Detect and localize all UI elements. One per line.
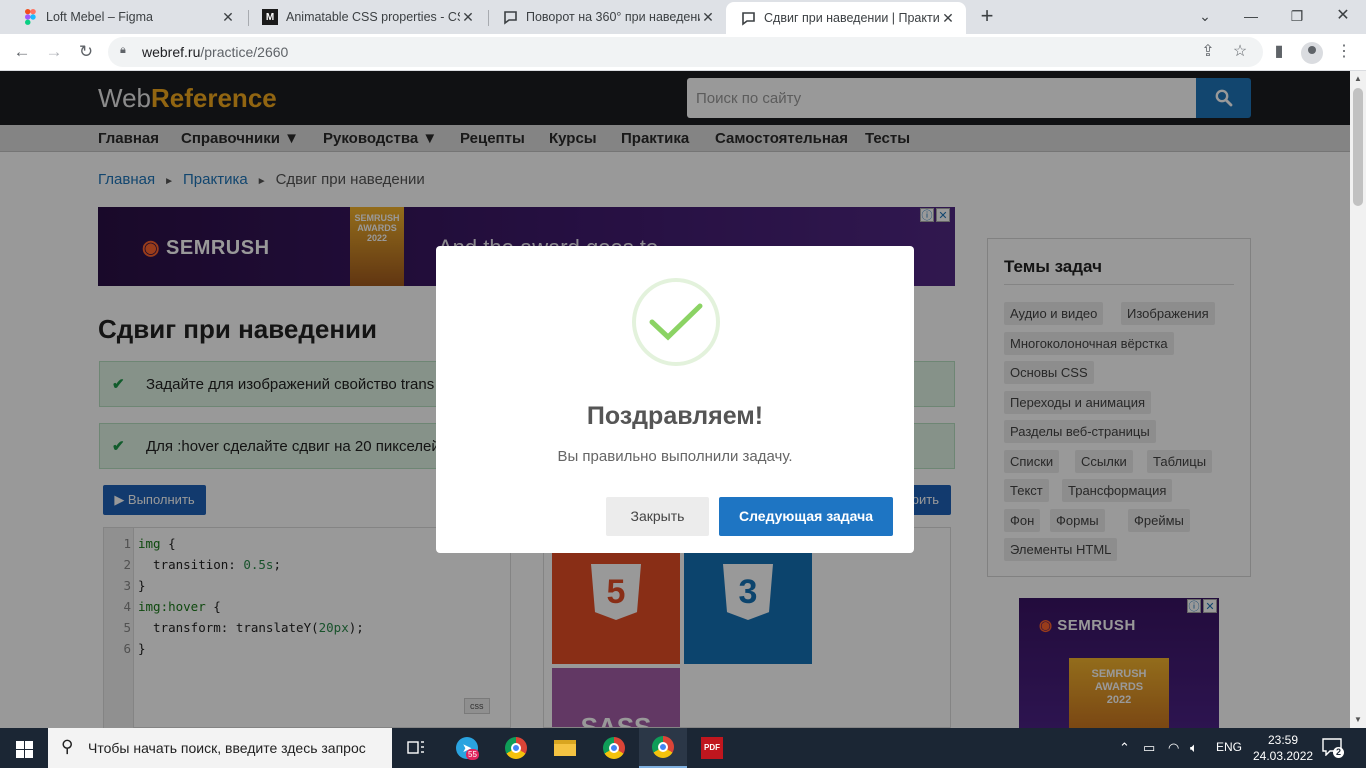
menu-kebab-icon[interactable]: ⋮ xyxy=(1334,41,1354,61)
scroll-thumb[interactable] xyxy=(1353,88,1363,206)
scroll-down-icon[interactable]: ▼ xyxy=(1350,712,1366,728)
url-domain: webref.ru xyxy=(142,44,201,60)
forward-arrow-icon[interactable]: → xyxy=(43,41,65,63)
clock-time: 23:59 xyxy=(1267,733,1299,747)
tray-chevron-icon[interactable]: ⌃ xyxy=(1119,740,1130,756)
close-icon[interactable]: ✕ xyxy=(220,9,236,26)
clock-date: 24.03.2022 xyxy=(1253,749,1314,763)
new-tab-plus-icon[interactable]: + xyxy=(976,5,998,27)
taskbar-search-placeholder: Чтобы начать поиск, введите здесь запрос xyxy=(88,740,366,756)
tab-figma[interactable]: Loft Mebel – Figma ✕ xyxy=(8,0,246,34)
taskbar-search-input[interactable]: ⚲ Чтобы начать поиск, введите здесь запр… xyxy=(48,728,392,768)
chrome-icon[interactable] xyxy=(492,728,540,768)
url-path: /practice/2660 xyxy=(200,44,289,60)
tab-mdn[interactable]: M Animatable CSS properties - CSS: ✕ xyxy=(248,0,486,34)
checkmark-icon xyxy=(649,303,703,341)
bookmark-star-icon[interactable]: ☆ xyxy=(1230,41,1250,61)
file-explorer-icon[interactable] xyxy=(541,728,589,768)
restore-icon[interactable]: ❐ xyxy=(1274,0,1320,34)
tab-search-chevron-icon[interactable]: ⌄ xyxy=(1182,0,1228,34)
chrome-icon[interactable] xyxy=(590,728,638,768)
chrome-icon-active[interactable] xyxy=(639,728,687,768)
tab-title: Сдвиг при наведении | Практик xyxy=(764,11,940,25)
close-icon[interactable]: ✕ xyxy=(700,9,716,26)
mdn-icon: M xyxy=(262,9,278,25)
chat-icon xyxy=(502,9,518,25)
share-icon[interactable]: ⇪ xyxy=(1198,41,1218,61)
close-icon[interactable]: ✕ xyxy=(460,9,476,26)
notification-icon[interactable]: 2 xyxy=(1322,738,1344,758)
notification-count: 2 xyxy=(1333,747,1344,758)
tab-rotate[interactable]: Поворот на 360° при наведении ✕ xyxy=(488,0,726,34)
search-icon: ⚲ xyxy=(61,737,74,756)
scroll-up-icon[interactable]: ▲ xyxy=(1350,71,1366,87)
wifi-icon[interactable]: ◠ xyxy=(1168,740,1179,756)
language-indicator[interactable]: ENG xyxy=(1216,740,1242,754)
dialog-message: Вы правильно выполнили задачу. xyxy=(557,448,793,465)
minimize-icon[interactable]: — xyxy=(1228,0,1274,34)
window-close-icon[interactable]: ✕ xyxy=(1320,0,1366,34)
telegram-icon[interactable]: ➤ 55 xyxy=(443,728,491,768)
url-field[interactable]: 🔒︎ webref.ru/practice/2660 xyxy=(108,37,1263,67)
taskbar-clock[interactable]: 23:59 24.03.2022 xyxy=(1253,732,1313,764)
back-arrow-icon[interactable]: ← xyxy=(11,41,33,63)
pdf-app-icon[interactable]: PDF xyxy=(688,728,736,768)
close-button[interactable]: Закрыть xyxy=(606,497,709,536)
chat-icon xyxy=(740,10,756,26)
close-icon[interactable]: ✕ xyxy=(940,10,956,27)
reload-icon[interactable]: ↻ xyxy=(75,41,97,63)
task-view-icon[interactable] xyxy=(392,728,440,768)
volume-icon[interactable]: 🔈︎ xyxy=(1190,740,1198,756)
telegram-badge: 55 xyxy=(466,749,479,760)
next-task-button[interactable]: Следующая задача xyxy=(719,497,893,536)
windows-taskbar: ⚲ Чтобы начать поиск, введите здесь запр… xyxy=(0,728,1366,768)
lock-icon: 🔒︎ xyxy=(120,44,126,56)
tab-shift-active[interactable]: Сдвиг при наведении | Практик ✕ xyxy=(726,2,966,34)
battery-icon[interactable]: ▭ xyxy=(1143,740,1155,756)
tab-title: Loft Mebel – Figma xyxy=(46,10,153,24)
tab-title: Animatable CSS properties - CSS: xyxy=(286,10,460,24)
dialog-title: Поздравляем! xyxy=(586,402,764,430)
figma-icon xyxy=(22,9,38,25)
tab-title: Поворот на 360° при наведении xyxy=(526,10,700,24)
page-scrollbar[interactable]: ▲ ▼ xyxy=(1350,71,1366,728)
windows-start-icon[interactable] xyxy=(0,728,48,768)
tab-strip: Loft Mebel – Figma ✕ M Animatable CSS pr… xyxy=(0,0,1366,34)
profile-avatar-icon[interactable] xyxy=(1301,42,1323,64)
address-bar: ← → ↻ 🔒︎ webref.ru/practice/2660 ⇪ ☆ ▮ ⋮ xyxy=(0,34,1366,71)
side-panel-icon[interactable]: ▮ xyxy=(1269,41,1289,61)
